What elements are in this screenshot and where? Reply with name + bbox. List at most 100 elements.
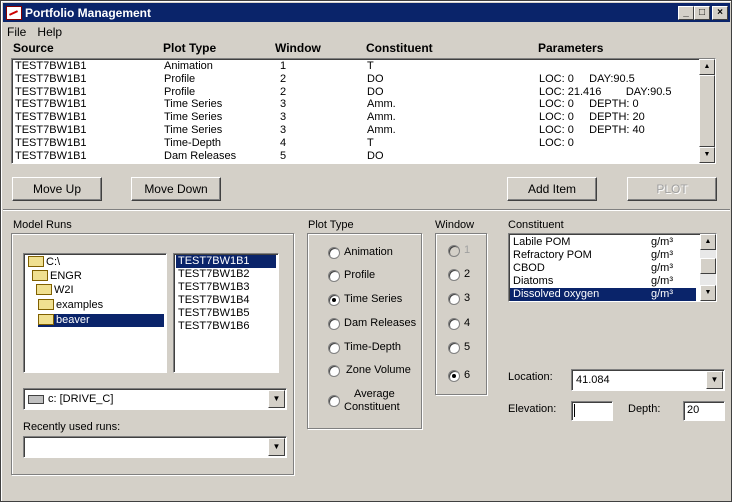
table-row[interactable]: TEST7BW1B1 Time Series 3 Amm. LOC: 0 DEPTH: … — [12, 124, 715, 137]
radio-window-6[interactable] — [448, 370, 460, 382]
elevation-input[interactable] — [571, 401, 613, 421]
menu-help[interactable]: Help — [37, 25, 62, 39]
folder-item[interactable]: C:\ — [28, 255, 60, 269]
radio-label-window-6[interactable]: 6 — [464, 369, 470, 381]
run-file-item[interactable]: TEST7BW1B4 — [176, 294, 276, 307]
cell-constituent: T — [367, 60, 374, 72]
chevron-down-icon[interactable]: ▼ — [706, 371, 723, 389]
folder-open-icon — [38, 298, 54, 310]
run-file-item[interactable]: TEST7BW1B5 — [176, 307, 276, 320]
recent-runs-label: Recently used runs: — [23, 421, 121, 433]
run-file-item[interactable]: TEST7BW1B1 — [176, 255, 276, 268]
constituent-name: Diatoms — [513, 275, 554, 287]
folder-item-selected[interactable]: beaver — [38, 313, 164, 327]
radio-label-average[interactable]: Average — [354, 388, 395, 400]
portfolio-scrollbar[interactable]: ▲ ▼ — [699, 59, 715, 163]
portfolio-list[interactable]: TEST7BW1B1 Animation 1 T TEST7BW1B1 Profile 2 D… — [11, 58, 716, 164]
cell-plot-type: Time Series — [164, 124, 223, 136]
table-row[interactable]: TEST7BW1B1 Profile 2 DO LOC: 0 DAY:90.5 — [12, 73, 715, 86]
radio-window-2[interactable] — [448, 269, 460, 281]
radio-animation[interactable] — [328, 247, 340, 259]
radio-label-window-4[interactable]: 4 — [464, 317, 470, 329]
scroll-up-arrow-icon[interactable]: ▲ — [699, 59, 715, 75]
scroll-down-arrow-icon[interactable]: ▼ — [699, 147, 715, 163]
constituent-item[interactable]: Labile POM g/m³ — [510, 236, 696, 249]
move-down-button[interactable]: Move Down — [131, 177, 221, 201]
cell-constituent: Amm. — [367, 98, 396, 111]
radio-label-window-3[interactable]: 3 — [464, 292, 470, 304]
cell-constituent: T — [367, 136, 374, 149]
cell-parameters: LOC: 0 DAY:90.5 — [539, 72, 635, 85]
scroll-down-arrow-icon[interactable]: ▼ — [700, 285, 716, 301]
constituent-item[interactable]: Dissolved oxygen g/m³ — [510, 288, 696, 301]
constituent-item[interactable]: Refractory POM g/m³ — [510, 249, 696, 262]
scroll-thumb[interactable] — [700, 258, 716, 274]
radio-average-constituent[interactable] — [328, 395, 340, 407]
table-row[interactable]: TEST7BW1B1 Profile 2 DO LOC: 21.416 DAY:90.5 — [12, 86, 715, 99]
portfolio-window: Portfolio Management _ □ × File Help Sou… — [0, 0, 732, 502]
run-file-list[interactable]: TEST7BW1B1 TEST7BW1B2 TEST7BW1B3 TEST7BW1B4… — [173, 253, 279, 373]
cell-source: TEST7BW1B1 — [15, 72, 87, 85]
scroll-up-arrow-icon[interactable]: ▲ — [700, 234, 716, 250]
constituent-item[interactable]: Diatoms g/m³ — [510, 275, 696, 288]
chevron-down-icon[interactable]: ▼ — [268, 390, 285, 408]
minimize-button[interactable]: _ — [678, 6, 694, 20]
radio-label-window-2[interactable]: 2 — [464, 268, 470, 280]
radio-window-5[interactable] — [448, 342, 460, 354]
folder-item[interactable]: ENGR — [32, 269, 82, 283]
radio-label-time-depth[interactable]: Time-Depth — [344, 341, 401, 353]
recent-runs-select[interactable]: ▼ — [23, 436, 287, 458]
table-row[interactable]: TEST7BW1B1 Time Series 3 Amm. LOC: 0 DEPTH: … — [12, 111, 715, 124]
header-parameters: Parameters — [538, 41, 604, 55]
radio-profile[interactable] — [328, 270, 340, 282]
run-file-item[interactable]: TEST7BW1B6 — [176, 320, 276, 333]
add-item-button[interactable]: Add Item — [507, 177, 597, 201]
constituent-list[interactable]: Labile POM g/m³ Refractory POM g/m³ CBOD g/m³… — [508, 233, 717, 302]
header-constituent: Constituent — [366, 41, 433, 55]
radio-label-constituent[interactable]: Constituent — [344, 401, 400, 413]
plot-button[interactable]: PLOT — [627, 177, 717, 201]
radio-time-depth[interactable] — [328, 342, 340, 354]
folder-item[interactable]: W2I — [36, 283, 74, 297]
table-row[interactable]: TEST7BW1B1 Dam Releases 5 DO — [12, 150, 715, 163]
table-row[interactable]: TEST7BW1B1 Time Series 3 Amm. LOC: 0 DEPTH: … — [12, 98, 715, 111]
close-button[interactable]: × — [712, 6, 728, 20]
radio-label-dam-releases[interactable]: Dam Releases — [344, 317, 416, 329]
model-runs-label: Model Runs — [13, 219, 72, 231]
radio-label-animation[interactable]: Animation — [344, 246, 393, 258]
radio-label-zone-volume[interactable]: Zone Volume — [346, 364, 411, 376]
chevron-down-icon[interactable]: ▼ — [268, 438, 285, 456]
folder-item[interactable]: examples — [38, 298, 103, 312]
move-up-button[interactable]: Move Up — [12, 177, 102, 201]
radio-window-1[interactable] — [448, 245, 460, 257]
constituent-scrollbar[interactable]: ▲ ▼ — [700, 234, 716, 301]
radio-window-4[interactable] — [448, 318, 460, 330]
folder-tree[interactable]: C:\ ENGR W2I examples beaver — [23, 253, 167, 373]
depth-input[interactable]: 20 — [683, 401, 725, 421]
table-row[interactable]: TEST7BW1B1 Animation 1 T — [12, 60, 715, 73]
radio-label-profile[interactable]: Profile — [344, 269, 375, 281]
radio-label-window-1[interactable]: 1 — [464, 244, 470, 256]
radio-zone-volume[interactable] — [328, 365, 340, 377]
radio-time-series[interactable] — [328, 294, 340, 306]
cell-window: 2 — [280, 85, 287, 98]
table-row[interactable]: TEST7BW1B1 Time-Depth 4 T LOC: 0 — [12, 137, 715, 150]
radio-label-window-5[interactable]: 5 — [464, 341, 470, 353]
menu-file[interactable]: File — [7, 25, 26, 39]
location-select[interactable]: 41.084 ▼ — [571, 369, 725, 391]
radio-dam-releases[interactable] — [328, 318, 340, 330]
scroll-thumb[interactable] — [699, 75, 715, 147]
cell-constituent: DO — [367, 72, 384, 85]
run-file-item[interactable]: TEST7BW1B3 — [176, 281, 276, 294]
radio-window-3[interactable] — [448, 293, 460, 305]
run-file-item[interactable]: TEST7BW1B2 — [176, 268, 276, 281]
header-window: Window — [275, 41, 321, 55]
maximize-button[interactable]: □ — [694, 6, 710, 20]
constituent-item[interactable]: CBOD g/m³ — [510, 262, 696, 275]
cell-plot-type: Time Series — [164, 98, 223, 111]
folder-open-icon — [36, 283, 52, 295]
cell-source: TEST7BW1B1 — [15, 85, 87, 98]
radio-label-time-series[interactable]: Time Series — [344, 293, 402, 305]
drive-select[interactable]: c: [DRIVE_C] ▼ — [23, 388, 287, 410]
cell-parameters: LOC: 0 DEPTH: 0 — [539, 98, 639, 111]
